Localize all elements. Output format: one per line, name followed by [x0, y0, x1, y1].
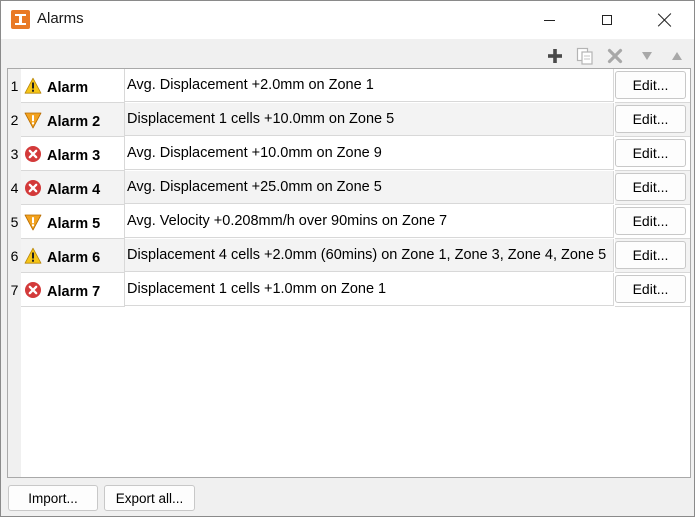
window-title: Alarms [37, 10, 84, 27]
alarm-edit-cell: Edit... [615, 239, 690, 273]
alarm-description: Displacement 1 cells +10.0mm on Zone 5 [125, 103, 614, 136]
alarm-name-cell: Alarm 2 [21, 103, 125, 137]
alarm-row[interactable]: 3 Alarm 3 Avg. Displacement +10.0mm on Z… [8, 137, 690, 171]
alarm-name: Alarm 4 [47, 181, 101, 198]
row-number: 1 [8, 69, 21, 103]
minimize-button[interactable] [520, 1, 578, 39]
add-alarm-button[interactable] [544, 45, 566, 67]
alarm-row[interactable]: 2 Alarm 2 Displacement 1 cells +10.0mm o… [8, 103, 690, 137]
alarm-name: Alarm 2 [47, 113, 101, 130]
alarm-edit-cell: Edit... [615, 205, 690, 239]
alarm-name-cell: Alarm [21, 69, 125, 103]
alarm-name-cell: Alarm 7 [21, 273, 125, 307]
app-logo-icon [11, 10, 30, 29]
alarms-window: Alarms 1 Alarm Avg. Displacement +2.0mm … [0, 0, 695, 517]
maximize-button[interactable] [578, 1, 636, 39]
move-down-icon [642, 52, 652, 60]
edit-alarm-button[interactable]: Edit... [615, 173, 686, 201]
alarm-row[interactable]: 7 Alarm 7 Displacement 1 cells +1.0mm on… [8, 273, 690, 307]
alarm-name-cell: Alarm 3 [21, 137, 125, 171]
alarm-toolbar [541, 45, 691, 67]
error-icon [25, 281, 41, 298]
title-bar: Alarms [1, 1, 694, 39]
alarm-description: Avg. Displacement +2.0mm on Zone 1 [125, 69, 614, 102]
edit-alarm-button[interactable]: Edit... [615, 207, 686, 235]
warning-icon [24, 77, 42, 94]
alarm-description: Displacement 4 cells +2.0mm (60mins) on … [125, 239, 614, 272]
error-icon [25, 179, 41, 196]
alarm-row[interactable]: 6 Alarm 6 Displacement 4 cells +2.0mm (6… [8, 239, 690, 273]
alarm-edit-cell: Edit... [615, 69, 690, 103]
edit-alarm-button[interactable]: Edit... [615, 139, 686, 167]
alarm-description: Avg. Displacement +10.0mm on Zone 9 [125, 137, 614, 170]
add-icon [548, 49, 562, 63]
row-number: 5 [8, 205, 21, 239]
edit-alarm-button[interactable]: Edit... [615, 71, 686, 99]
alarm-row[interactable]: 4 Alarm 4 Avg. Displacement +25.0mm on Z… [8, 171, 690, 205]
row-number: 2 [8, 103, 21, 137]
move-up-icon [672, 52, 682, 60]
alarm-name: Alarm 3 [47, 147, 101, 164]
maximize-icon [602, 15, 612, 25]
edit-alarm-button[interactable]: Edit... [615, 241, 686, 269]
alarm-row[interactable]: 1 Alarm Avg. Displacement +2.0mm on Zone… [8, 69, 690, 103]
danger-icon [24, 214, 42, 230]
row-number: 3 [8, 137, 21, 171]
minimize-icon [543, 19, 555, 21]
alarm-description: Avg. Velocity +0.208mm/h over 90mins on … [125, 205, 614, 238]
alarm-name: Alarm 6 [47, 249, 101, 266]
alarm-name: Alarm [47, 79, 89, 96]
edit-alarm-button[interactable]: Edit... [615, 275, 686, 303]
delete-alarm-button[interactable] [604, 45, 626, 67]
alarm-edit-cell: Edit... [615, 137, 690, 171]
move-up-button[interactable] [666, 45, 688, 67]
alarm-edit-cell: Edit... [615, 103, 690, 137]
alarm-row[interactable]: 5 Alarm 5 Avg. Velocity +0.208mm/h over … [8, 205, 690, 239]
import-button[interactable]: Import... [8, 485, 98, 511]
row-number: 7 [8, 273, 21, 307]
alarm-description: Displacement 1 cells +1.0mm on Zone 1 [125, 273, 614, 306]
alarm-name: Alarm 5 [47, 215, 101, 232]
row-number: 4 [8, 171, 21, 205]
error-icon [25, 145, 41, 162]
export-all-button[interactable]: Export all... [104, 485, 195, 511]
alarm-name: Alarm 7 [47, 283, 101, 300]
alarm-edit-cell: Edit... [615, 273, 690, 307]
alarm-description: Avg. Displacement +25.0mm on Zone 5 [125, 171, 614, 204]
alarm-table: 1 Alarm Avg. Displacement +2.0mm on Zone… [7, 68, 691, 478]
warning-icon [24, 247, 42, 264]
edit-alarm-button[interactable]: Edit... [615, 105, 686, 133]
close-button[interactable] [636, 1, 694, 39]
row-number: 6 [8, 239, 21, 273]
danger-icon [24, 112, 42, 128]
move-down-button[interactable] [636, 45, 658, 67]
alarm-name-cell: Alarm 6 [21, 239, 125, 273]
copy-alarm-button[interactable] [574, 45, 596, 67]
alarm-name-cell: Alarm 5 [21, 205, 125, 239]
delete-icon [607, 48, 623, 64]
copy-icon [576, 47, 593, 65]
alarm-name-cell: Alarm 4 [21, 171, 125, 205]
close-icon [658, 13, 672, 27]
alarm-edit-cell: Edit... [615, 171, 690, 205]
